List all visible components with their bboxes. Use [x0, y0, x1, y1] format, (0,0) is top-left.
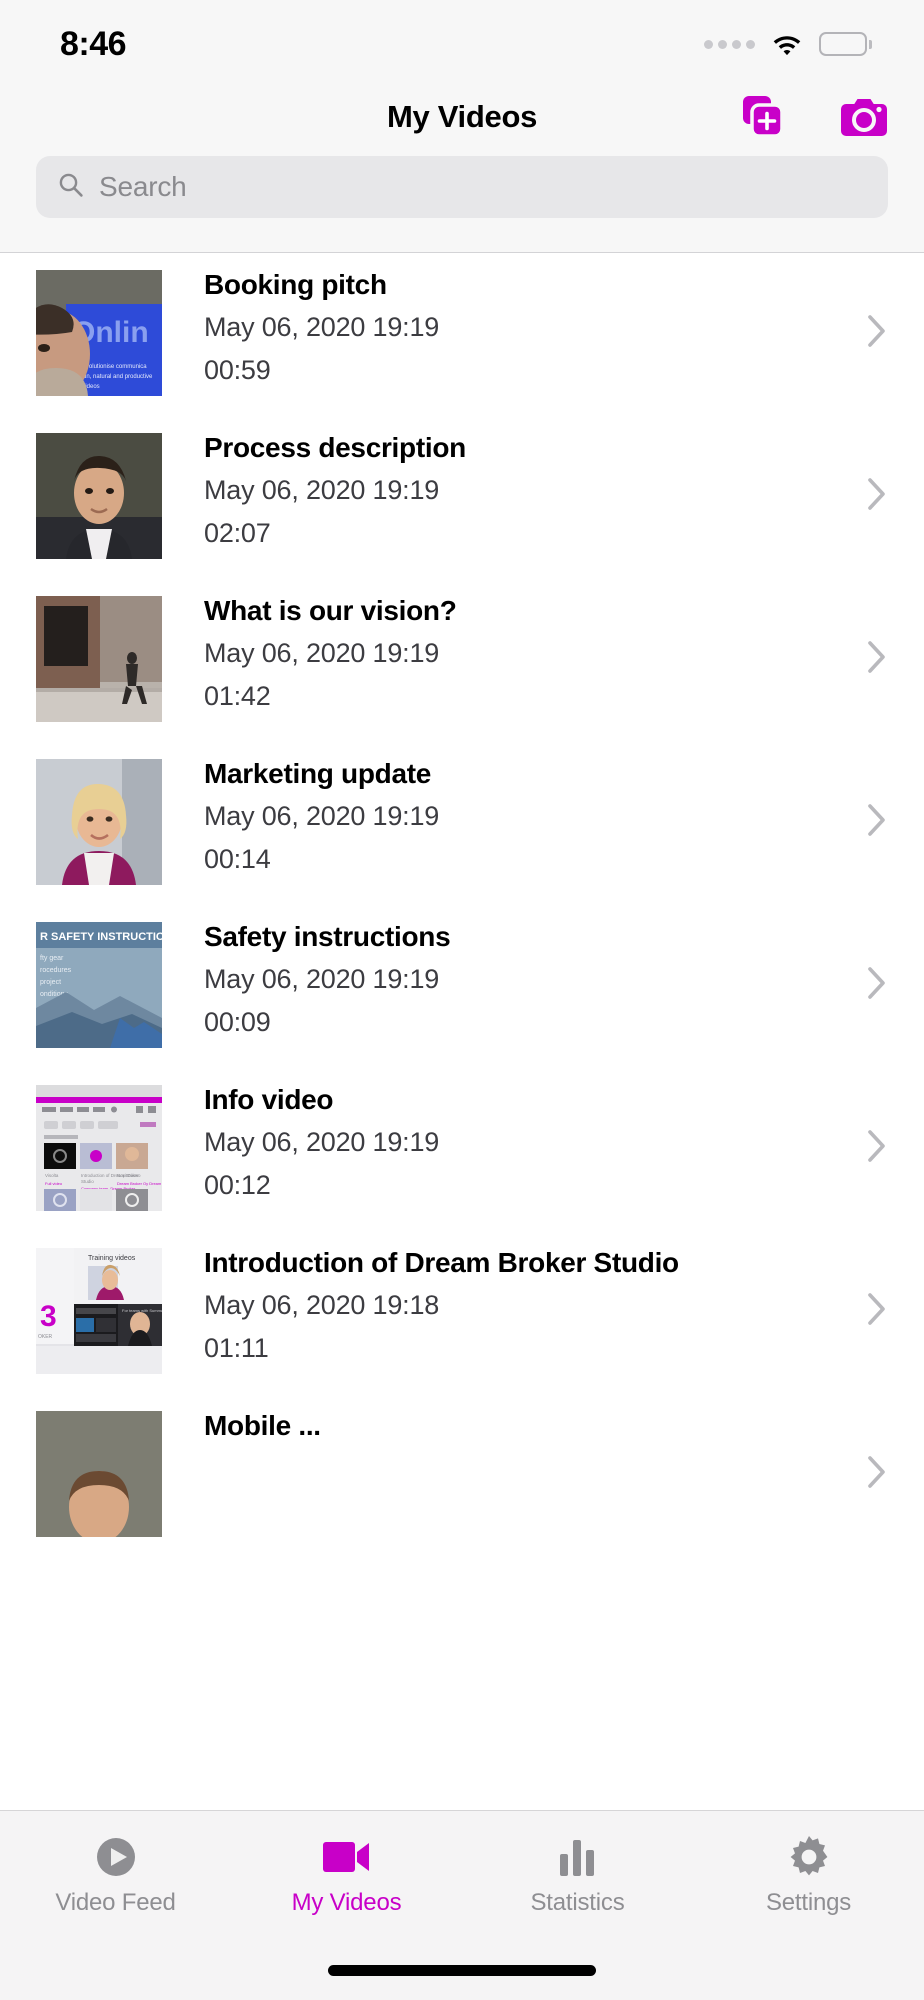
chevron-right-icon[interactable]: [868, 804, 886, 836]
video-title: Introduction of Dream Broker Studio: [204, 1247, 679, 1278]
list-item[interactable]: Marketing update May 06, 2020 19:19 00:1…: [0, 742, 924, 905]
list-item-text: Introduction of Dream Broker Studio May …: [162, 1231, 868, 1365]
list-item-text: Process description May 06, 2020 19:19 0…: [162, 416, 868, 550]
svg-text:rocedures: rocedures: [40, 967, 72, 974]
list-item[interactable]: Visolta Introduction of Dream Broker Stud…: [0, 1068, 924, 1231]
status-bar-time: 8:46: [60, 24, 127, 63]
svg-text:OKER: OKER: [38, 1334, 53, 1340]
svg-text:Dream Broker Oy Dream Broker: Dream Broker Oy Dream Broker: [117, 1181, 162, 1186]
video-list[interactable]: Onlin We revolutionise communica in a fu…: [0, 253, 924, 1680]
svg-text:Studio: Studio: [81, 1179, 94, 1184]
tab-label: Video Feed: [55, 1889, 176, 1916]
record-camera-button[interactable]: [840, 95, 888, 139]
svg-text:For teams with Summary: For teams with Summary: [122, 1308, 162, 1313]
tab-label: Statistics: [530, 1889, 625, 1916]
video-duration: 00:59: [204, 355, 271, 386]
video-thumbnail: Training videos 3 OKER For teams with Su…: [36, 1248, 162, 1374]
video-title: Process description: [204, 432, 466, 463]
play-circle-icon: [94, 1835, 138, 1879]
svg-text:fty gear: fty gear: [40, 955, 64, 962]
video-title: What is our vision?: [204, 595, 457, 626]
chevron-right-icon[interactable]: [868, 315, 886, 347]
video-date: May 06, 2020 19:19: [204, 801, 440, 831]
svg-text:project: project: [40, 979, 61, 986]
video-date: May 06, 2020 19:19: [204, 638, 440, 668]
search-input[interactable]: Search: [99, 171, 187, 203]
video-duration: 00:12: [204, 1170, 271, 1201]
home-indicator: [328, 1965, 596, 1976]
tab-video-feed[interactable]: Video Feed: [0, 1835, 231, 1917]
list-item[interactable]: R SAFETY INSTRUCTION fty gear rocedures …: [0, 905, 924, 1068]
camcorder-icon: [322, 1835, 371, 1879]
add-video-button[interactable]: [740, 94, 786, 140]
list-item-text: Mobile ...: [162, 1394, 868, 1454]
list-item-text: Safety instructions May 06, 2020 19:19 0…: [162, 905, 868, 1039]
chevron-right-icon[interactable]: [868, 967, 886, 999]
video-thumbnail: R SAFETY INSTRUCTION fty gear rocedures …: [36, 922, 162, 1048]
video-duration: 00:14: [204, 844, 271, 875]
svg-text:R SAFETY INSTRUCTION: R SAFETY INSTRUCTION: [40, 931, 162, 943]
svg-text:Nopi Diemo: Nopi Diemo: [117, 1173, 141, 1178]
list-item[interactable]: Onlin We revolutionise communica in a fu…: [0, 253, 924, 416]
video-thumbnail: [36, 759, 162, 885]
chevron-right-icon[interactable]: [868, 1293, 886, 1325]
tab-settings[interactable]: Settings: [693, 1835, 924, 1917]
chevron-right-icon[interactable]: [868, 1130, 886, 1162]
list-item[interactable]: What is our vision? May 06, 2020 19:19 0…: [0, 579, 924, 742]
list-item[interactable]: Training videos 3 OKER For teams with Su…: [0, 1231, 924, 1394]
tab-label: My Videos: [291, 1889, 402, 1916]
chevron-right-icon[interactable]: [868, 1456, 886, 1488]
list-item-text: What is our vision? May 06, 2020 19:19 0…: [162, 579, 868, 713]
navigation-bar: My Videos: [0, 78, 924, 156]
signal-dots-icon: [704, 39, 755, 49]
svg-text:Visolta: Visolta: [45, 1173, 59, 1178]
list-item-text: Booking pitch May 06, 2020 19:19 00:59: [162, 253, 868, 387]
tab-my-videos[interactable]: My Videos: [231, 1835, 462, 1917]
video-duration: 01:11: [204, 1333, 269, 1364]
video-thumbnail: [36, 433, 162, 559]
search-icon: [58, 172, 84, 203]
video-duration: 01:42: [204, 681, 271, 712]
chevron-right-icon[interactable]: [868, 641, 886, 673]
tab-bar: Video Feed My Videos Statistics Settings: [0, 1810, 924, 2000]
list-item-text: Marketing update May 06, 2020 19:19 00:1…: [162, 742, 868, 876]
status-bar: 8:46: [0, 0, 924, 78]
svg-text:3: 3: [40, 1300, 57, 1333]
svg-text:Training videos: Training videos: [88, 1255, 136, 1262]
video-date: May 06, 2020 19:19: [204, 312, 440, 342]
list-item-text: Info video May 06, 2020 19:19 00:12: [162, 1068, 868, 1202]
video-title: Mobile ...: [204, 1410, 321, 1441]
video-duration: 00:09: [204, 1007, 271, 1038]
search-bar-container: Search: [0, 156, 924, 252]
video-thumbnail: [36, 1411, 162, 1537]
tab-statistics[interactable]: Statistics: [462, 1835, 693, 1917]
gear-icon: [788, 1835, 830, 1879]
tab-label: Settings: [765, 1889, 852, 1916]
video-date: May 06, 2020 19:19: [204, 964, 440, 994]
camera-icon: [840, 99, 888, 142]
list-item[interactable]: Mobile ...: [0, 1394, 924, 1557]
wifi-icon: [772, 33, 802, 55]
status-bar-indicators: [704, 22, 872, 56]
video-date: May 06, 2020 19:18: [204, 1290, 440, 1320]
svg-text:Full video: Full video: [45, 1181, 63, 1186]
video-thumbnail: Onlin We revolutionise communica in a fu…: [36, 270, 162, 396]
search-field[interactable]: Search: [36, 156, 888, 218]
video-duration: 02:07: [204, 518, 271, 549]
video-title: Safety instructions: [204, 921, 451, 952]
video-date: May 06, 2020 19:19: [204, 1127, 440, 1157]
video-title: Marketing update: [204, 758, 432, 789]
add-stacked-squares-icon: [740, 96, 786, 143]
chevron-right-icon[interactable]: [868, 478, 886, 510]
video-date: May 06, 2020 19:19: [204, 475, 440, 505]
video-title: Info video: [204, 1084, 334, 1115]
video-title: Booking pitch: [204, 269, 387, 300]
video-thumbnail: Visolta Introduction of Dream Broker Stud…: [36, 1085, 162, 1211]
video-thumbnail: [36, 596, 162, 722]
battery-full-icon: [819, 32, 872, 56]
list-item[interactable]: Process description May 06, 2020 19:19 0…: [0, 416, 924, 579]
bar-chart-icon: [558, 1835, 598, 1879]
nav-actions: [740, 94, 888, 140]
